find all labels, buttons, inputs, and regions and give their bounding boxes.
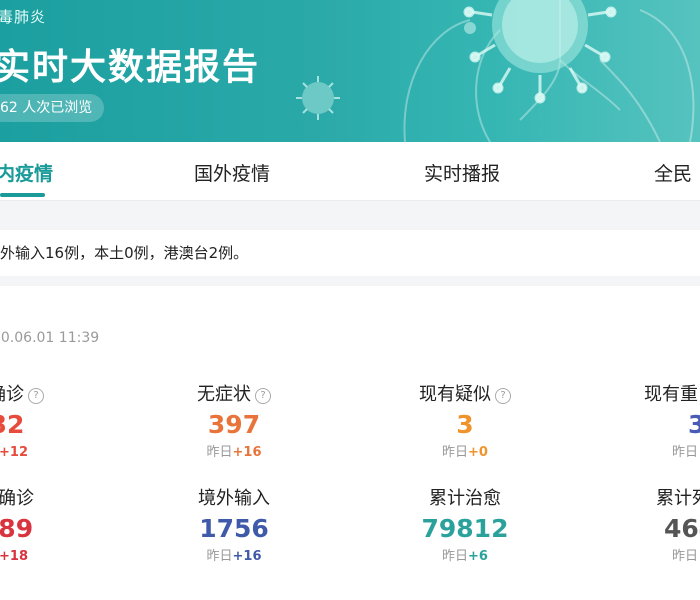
stat-delta-prefix: 昨日 bbox=[442, 549, 469, 564]
stat-value: 1756 bbox=[199, 514, 269, 543]
help-icon[interactable]: ? bbox=[28, 388, 44, 404]
stat-total-deaths: 累计死 464 昨日 bbox=[656, 484, 700, 564]
stat-delta: +0 bbox=[468, 445, 488, 460]
help-icon[interactable]: ? bbox=[255, 388, 271, 404]
stat-asymptomatic: 无症状? 397 昨日+16 bbox=[159, 380, 309, 460]
update-timestamp: 20.06.01 11:39 bbox=[0, 330, 100, 346]
tab-overseas[interactable]: 国外疫情 bbox=[194, 142, 270, 200]
stat-label: 境外输入 bbox=[198, 488, 270, 509]
banner-title: 实时大数据报告 bbox=[0, 47, 261, 88]
summary-notice: 外输入16例，本土0例，港澳台2例。 bbox=[0, 230, 700, 276]
view-count-badge: 62 人次已浏览 bbox=[0, 94, 105, 122]
stat-value: 464 bbox=[664, 514, 700, 543]
tab-domestic[interactable]: 内疫情 bbox=[0, 142, 53, 200]
banner-subtitle: 毒肺炎 bbox=[0, 8, 47, 26]
header-banner: 毒肺炎 实时大数据报告 62 人次已浏览 bbox=[0, 0, 700, 142]
stat-delta-prefix: 昨日 bbox=[672, 445, 699, 460]
stat-label: 现有重 bbox=[644, 384, 698, 405]
active-tab-indicator bbox=[0, 193, 45, 197]
stats-panel: 20.06.01 11:39 有确诊? 32 日+12 无症状? 397 昨日+… bbox=[0, 286, 700, 600]
tab-bar: 内疫情 国外疫情 实时播报 全民 bbox=[0, 142, 700, 201]
stat-label: 累计死 bbox=[656, 488, 700, 509]
tab-everyone[interactable]: 全民 bbox=[654, 142, 692, 200]
stat-delta: +18 bbox=[0, 549, 28, 564]
stat-current-severe: 现有重 3 昨日 bbox=[644, 380, 700, 460]
stat-current-confirmed: 有确诊? 32 日+12 bbox=[0, 380, 82, 460]
stat-label: 现有疑似 bbox=[419, 384, 491, 405]
stat-total-recovered: 累计治愈 79812 昨日+6 bbox=[390, 484, 540, 564]
stat-delta-prefix: 昨日 bbox=[672, 549, 699, 564]
stat-value: 397 bbox=[207, 410, 261, 439]
stat-value: 589 bbox=[0, 514, 34, 543]
stat-delta-prefix: 昨日 bbox=[206, 549, 233, 564]
help-icon[interactable]: ? bbox=[495, 388, 511, 404]
stat-imported: 境外输入 1756 昨日+16 bbox=[159, 484, 309, 564]
stat-delta: +12 bbox=[0, 445, 28, 460]
stat-total-confirmed: 计确诊 589 日+18 bbox=[0, 484, 82, 564]
stat-value: 3 bbox=[456, 410, 474, 439]
stat-suspected: 现有疑似? 3 昨日+0 bbox=[390, 380, 540, 460]
stat-label: 计确诊 bbox=[0, 488, 34, 509]
stat-delta-prefix: 昨日 bbox=[206, 445, 233, 460]
stat-label: 累计治愈 bbox=[429, 488, 501, 509]
stat-label: 无症状 bbox=[197, 384, 251, 405]
stat-delta-prefix: 昨日 bbox=[442, 445, 469, 460]
tab-live-report[interactable]: 实时播报 bbox=[424, 142, 500, 200]
stat-delta: +16 bbox=[232, 549, 262, 564]
stat-label: 有确诊 bbox=[0, 384, 24, 405]
stat-delta: +6 bbox=[468, 549, 488, 564]
stat-delta: +16 bbox=[232, 445, 262, 460]
stat-value: 32 bbox=[0, 410, 25, 439]
stat-value: 79812 bbox=[421, 514, 509, 543]
stat-value: 3 bbox=[688, 410, 700, 439]
small-virus-icon bbox=[296, 76, 340, 120]
